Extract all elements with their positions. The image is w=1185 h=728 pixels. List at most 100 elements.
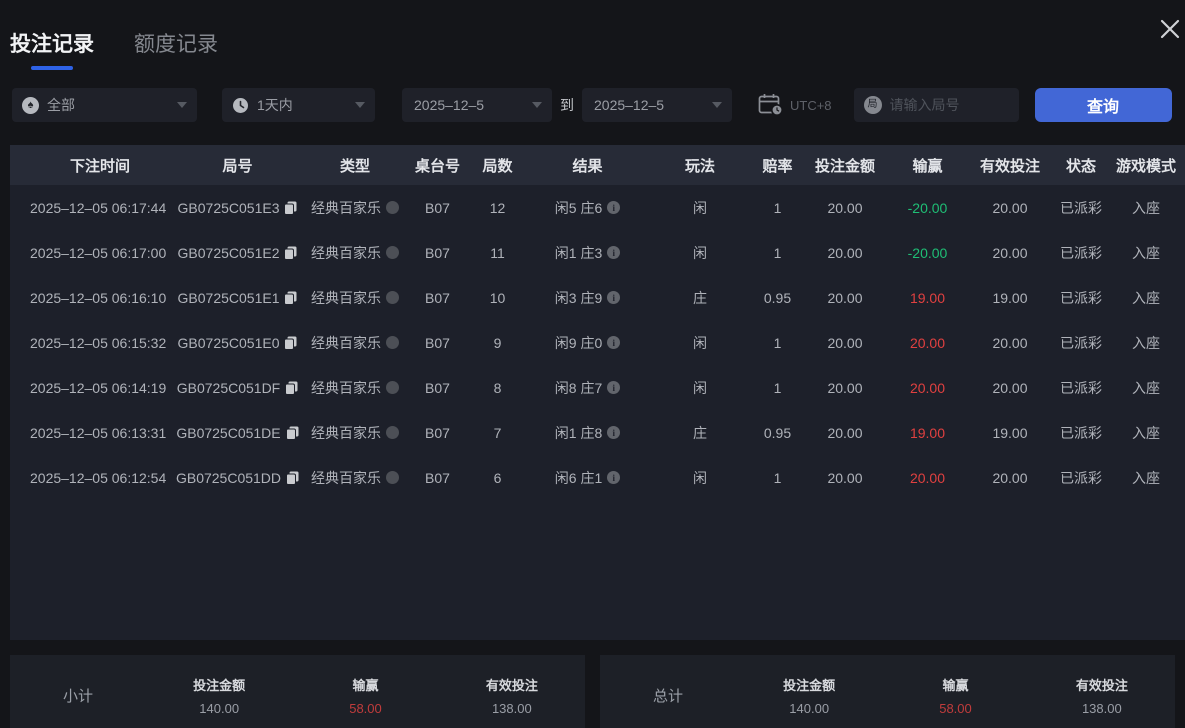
info-icon[interactable]: i [607,381,621,394]
cell-table_no: B07 [425,379,450,396]
round-search-input[interactable] [889,97,1009,113]
total-winloss: 输赢 58.00 [882,675,1028,716]
cell-table_no: B07 [425,289,450,306]
cell-result: 闲5 庄6 i [525,198,650,218]
cell-round: 6 [493,469,502,486]
copy-icon[interactable] [286,471,299,485]
date-from-select[interactable]: 2025–12–5 [402,88,552,122]
cell-round: 7 [493,424,502,441]
column-header-type: 类型 [339,157,370,175]
cell-winloss: 20.00 [885,380,970,396]
game-type-dot-icon [386,471,399,484]
close-icon[interactable] [1155,14,1185,44]
column-header-round_id: 局号 [222,157,253,175]
cell-time: 2025–12–05 06:17:44 [30,199,167,216]
cell-table_no: B07 [425,199,450,216]
total-winloss-label: 输赢 [942,677,969,693]
subtotal-label: 小计 [62,687,93,705]
copy-icon[interactable] [284,246,297,260]
cell-odds: 1 [773,379,782,396]
table-row: 2025–12–05 06:13:31 GB0725C051DE 经典百家乐 B07 7… [10,410,1185,455]
summary-section: 小计 投注金额 140.00 输赢 58.00 有效投注 138.00 总计 投… [10,655,1175,728]
chevron-down-icon [177,102,187,108]
copy-icon[interactable] [284,336,297,350]
cell-play: 庄 [693,289,707,306]
cell-bet: 20.00 [827,289,863,306]
cell-mode: 入座 [1132,379,1160,396]
total-winloss-value: 58.00 [939,700,972,716]
cell-play: 庄 [693,424,707,441]
cell-odds: 1 [773,334,782,351]
cell-round: 8 [493,379,502,396]
chevron-down-icon [532,102,542,108]
table-row: 2025–12–05 06:17:00 GB0725C051E2 经典百家乐 B07 1… [10,230,1185,275]
calendar-clock-icon [758,93,784,117]
result-text: 闲1 庄3 [554,244,603,261]
info-icon[interactable]: i [607,291,621,304]
round-id-text: GB0725C051E1 [177,289,280,306]
game-type-dot-icon [386,246,399,259]
copy-icon[interactable] [284,201,297,215]
result-text: 闲8 庄7 [554,379,603,396]
column-header-round: 局数 [482,157,513,175]
game-type-text: 经典百家乐 [311,289,381,306]
copy-icon[interactable] [285,381,298,395]
game-type-text: 经典百家乐 [311,199,381,216]
cell-winloss: 20.00 [885,470,970,486]
cell-mode: 入座 [1132,289,1160,306]
cell-valid: 20.00 [992,379,1028,396]
winloss-value: 19.00 [909,424,946,441]
info-icon[interactable]: i [607,426,621,439]
column-header-time: 下注时间 [69,157,130,175]
tab-quota-records[interactable]: 额度记录 [134,28,218,70]
cell-bet: 20.00 [827,244,863,261]
cell-table_no: B07 [425,334,450,351]
cell-valid: 20.00 [992,469,1028,486]
tab-betting-records[interactable]: 投注记录 [10,28,94,70]
date-to-select[interactable]: 2025–12–5 [582,88,732,122]
betting-records-dialog: 投注记录 额度记录 ♠ 全部 1天内 2025–12–5 到 2025–12–5… [0,0,1185,728]
cell-type: 经典百家乐 [305,243,405,263]
copy-icon[interactable] [285,426,299,440]
info-icon[interactable]: i [607,471,621,484]
cell-valid: 20.00 [992,199,1028,216]
cell-bet: 20.00 [827,379,863,396]
round-search-box[interactable]: 局 [853,88,1019,122]
query-button[interactable]: 查询 [1034,88,1172,122]
cell-play: 闲 [693,199,707,216]
cell-table_no: B07 [425,469,450,486]
cell-valid: 19.00 [992,289,1028,306]
subtotal-valid-value: 138.00 [491,700,532,716]
cell-table_no: B07 [425,244,450,261]
table-row: 2025–12–05 06:17:44 GB0725C051E3 经典百家乐 B07 1… [10,185,1185,230]
copy-icon[interactable] [284,291,297,305]
total-bet: 投注金额 140.00 [736,675,882,716]
subtotal-bet: 投注金额 140.00 [146,675,292,716]
cell-valid: 20.00 [992,334,1028,351]
cell-type: 经典百家乐 [305,288,405,308]
column-header-play: 玩法 [684,157,715,175]
cell-winloss: -20.00 [885,245,970,261]
cell-bet: 20.00 [827,199,863,216]
winloss-value: -20.00 [907,199,948,216]
game-type-value: 全部 [47,97,75,113]
total-label: 总计 [652,687,683,705]
column-header-mode: 游戏模式 [1115,157,1176,175]
info-icon[interactable]: i [607,336,621,349]
game-type-select[interactable]: ♠ 全部 [12,88,197,122]
game-type-text: 经典百家乐 [311,244,381,261]
cell-round_id: GB0725C051E1 [170,290,305,306]
game-type-dot-icon [386,291,399,304]
time-range-select[interactable]: 1天内 [222,88,375,122]
column-header-table_no: 桌台号 [414,157,460,175]
info-icon[interactable]: i [607,201,621,214]
round-icon: 局 [863,96,882,114]
cell-time: 2025–12–05 06:12:54 [30,469,167,486]
cell-time: 2025–12–05 06:15:32 [30,334,167,351]
cell-winloss: 19.00 [885,425,970,441]
cell-type: 经典百家乐 [305,333,405,353]
subtotal-winloss: 输赢 58.00 [292,675,438,716]
cell-result: 闲3 庄9 i [525,288,650,308]
table-row: 2025–12–05 06:12:54 GB0725C051DD 经典百家乐 B07 6… [10,455,1185,500]
info-icon[interactable]: i [607,246,621,259]
